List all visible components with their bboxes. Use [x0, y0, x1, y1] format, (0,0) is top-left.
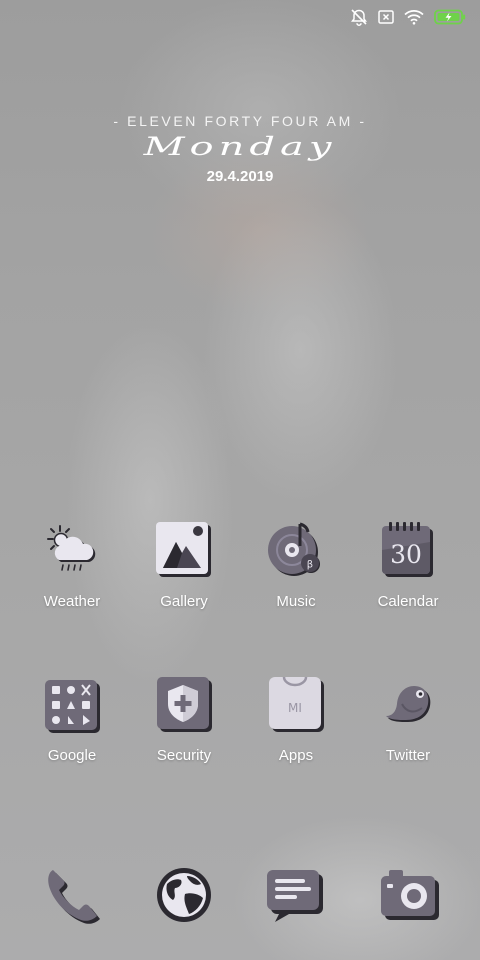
browser-globe-icon	[151, 868, 221, 930]
time-words: - ELEVEN FORTY FOUR AM -	[113, 113, 367, 129]
dock-browser[interactable]	[151, 862, 221, 926]
app-apps[interactable]: MI Apps	[246, 674, 346, 764]
app-calendar[interactable]: 30 Calendar	[358, 520, 458, 610]
status-bar	[0, 0, 480, 34]
app-label: Security	[156, 747, 212, 764]
music-badge: β	[307, 560, 313, 571]
date-text: 29.4.2019	[206, 168, 274, 185]
dock-phone[interactable]	[37, 862, 107, 926]
status-icons	[350, 8, 466, 26]
battery-charging-icon	[434, 9, 466, 25]
app-twitter[interactable]: Twitter	[358, 674, 458, 764]
music-disc-icon: β	[266, 520, 326, 580]
calendar-day-number: 30	[390, 540, 422, 569]
app-label: Twitter	[385, 747, 431, 764]
app-google[interactable]: Google	[22, 674, 122, 764]
phone-icon	[37, 870, 107, 930]
app-weather[interactable]: Weather	[22, 520, 122, 610]
weather-cloud-rain-icon	[42, 520, 102, 580]
app-label: Music	[276, 593, 316, 610]
app-label: Apps	[278, 747, 314, 764]
mi-apps-bag-icon: MI	[266, 674, 326, 734]
app-music[interactable]: β Music	[246, 520, 346, 610]
security-shield-icon	[154, 674, 214, 734]
app-label: Calendar	[377, 593, 439, 610]
dock-messages[interactable]	[263, 862, 333, 926]
gallery-mountain-icon	[154, 520, 214, 580]
google-folder-icon	[42, 674, 102, 734]
calendar-icon: 30	[378, 520, 438, 580]
app-gallery[interactable]: Gallery	[134, 520, 234, 610]
wifi-icon	[404, 9, 424, 25]
camera-icon	[375, 870, 445, 930]
mi-badge: MI	[288, 701, 302, 715]
no-sim-icon	[378, 9, 394, 25]
dock-camera[interactable]	[375, 862, 445, 926]
app-label: Weather	[43, 593, 101, 610]
app-security[interactable]: Security	[134, 674, 234, 764]
messages-icon	[263, 870, 333, 930]
app-label: Gallery	[160, 593, 208, 610]
twitter-bird-icon	[378, 674, 438, 734]
alarm-off-icon	[350, 8, 368, 26]
app-label: Google	[47, 747, 97, 764]
day-name: Monday	[143, 132, 337, 162]
